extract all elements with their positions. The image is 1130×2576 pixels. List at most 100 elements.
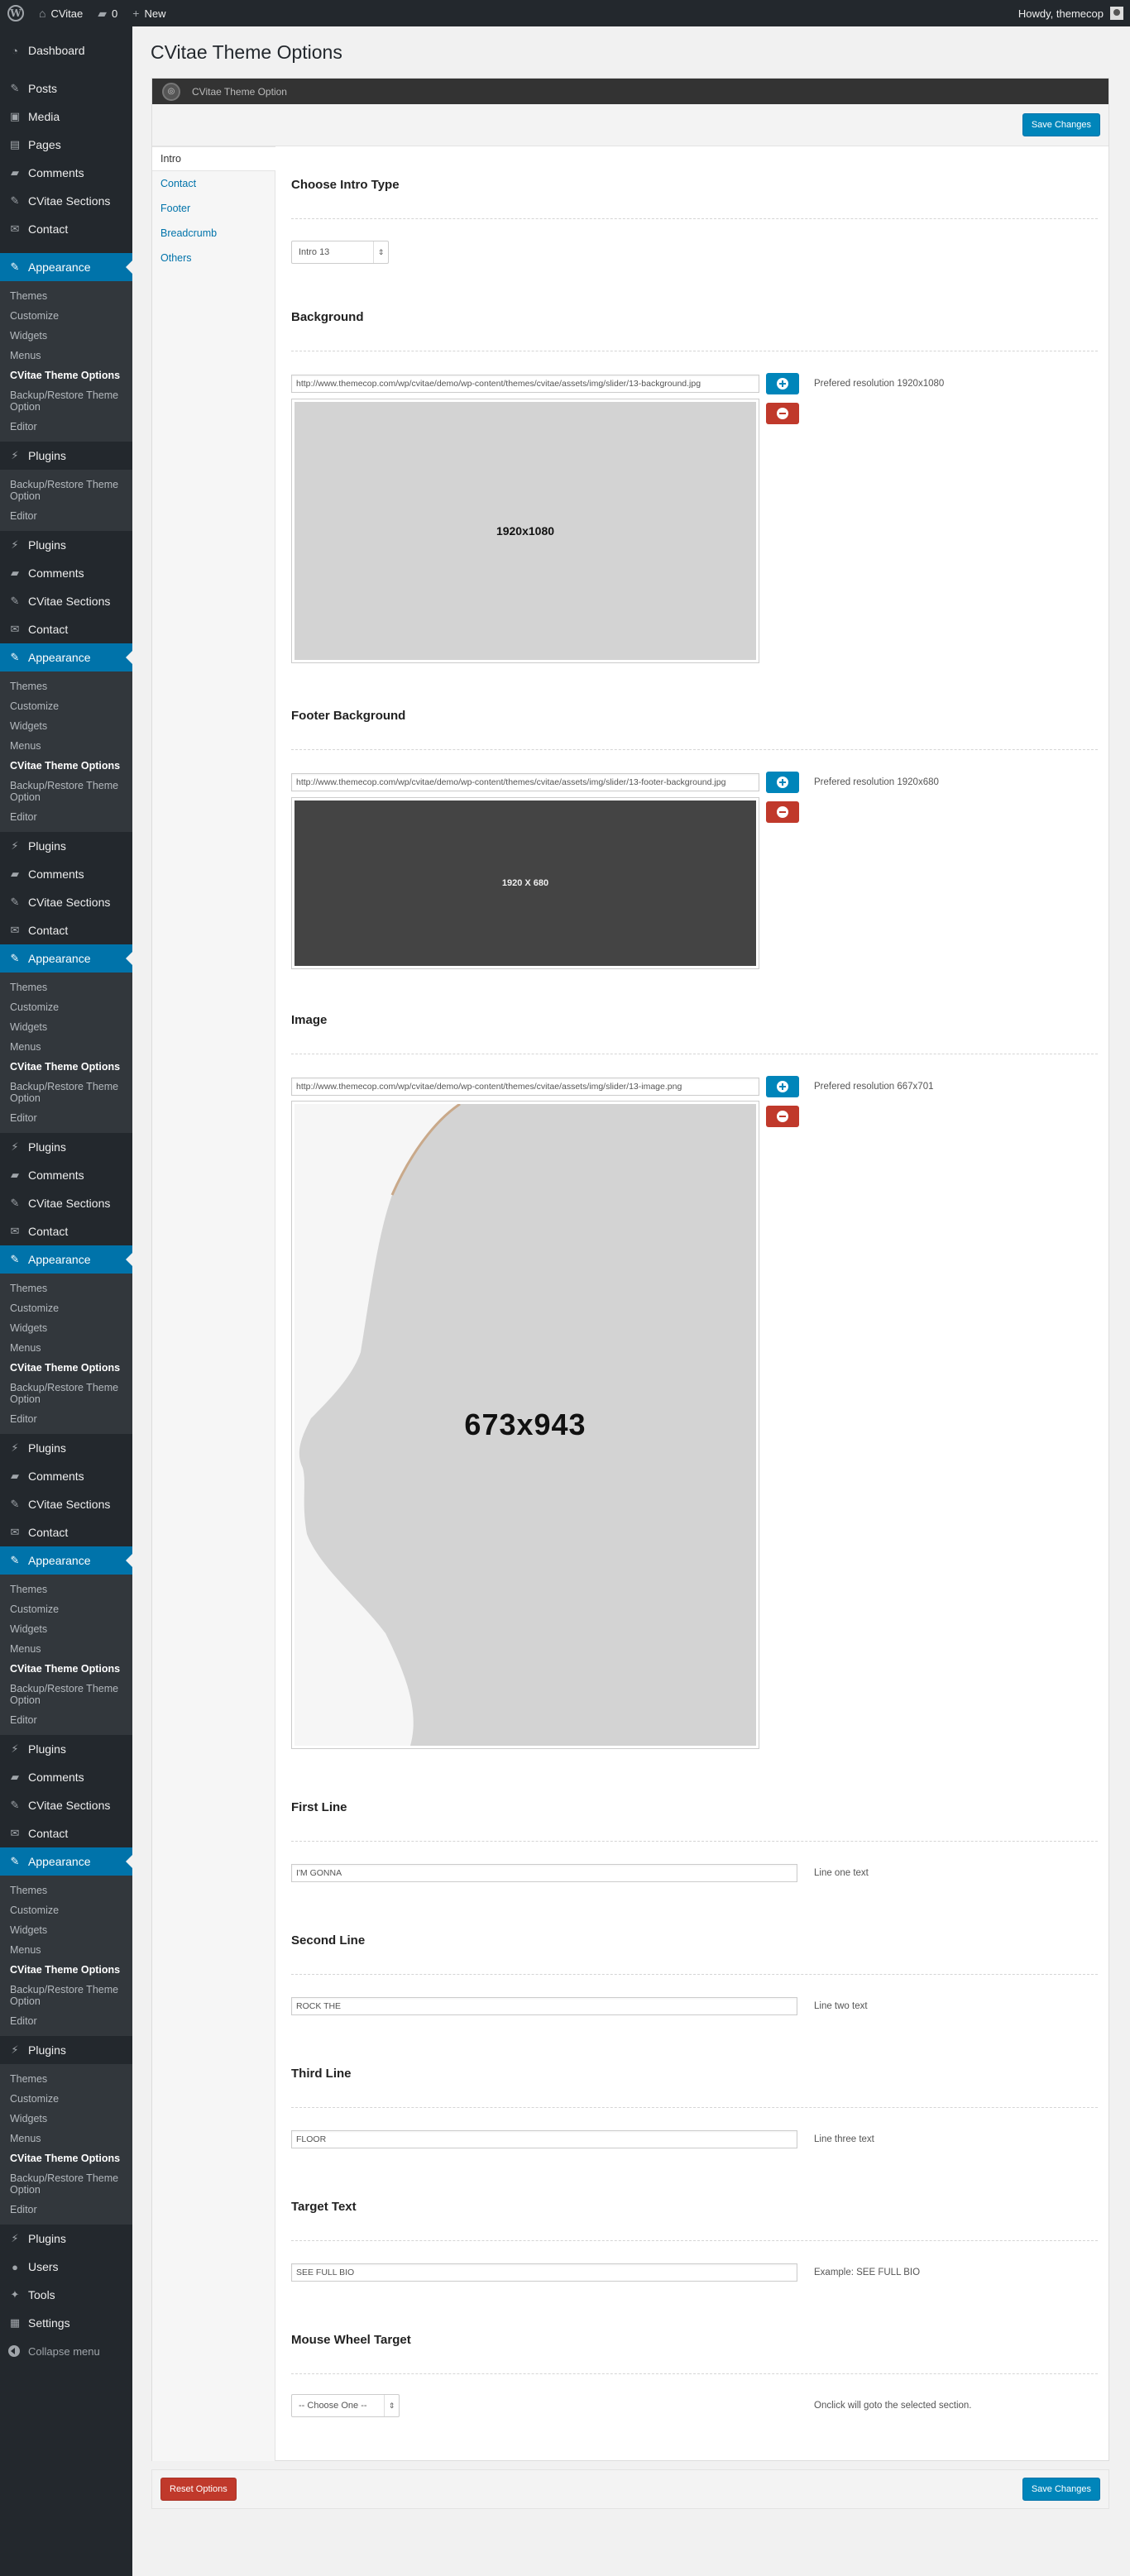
tab-footer[interactable]: Footer — [152, 196, 275, 221]
submenu-widgets[interactable]: Widgets — [0, 1017, 132, 1037]
submenu-menus[interactable]: Menus — [0, 1639, 132, 1659]
menu-appearance[interactable]: ✎ Appearance — [0, 253, 132, 281]
submenu-cvitae-theme-options[interactable]: CVitae Theme Options — [0, 2148, 132, 2168]
submenu-themes[interactable]: Themes — [0, 2069, 132, 2089]
submenu-cvitae-theme-options[interactable]: CVitae Theme Options — [0, 366, 132, 385]
submenu-menus[interactable]: Menus — [0, 2129, 132, 2148]
menu-plugins[interactable]: ⚡ Plugins — [0, 2036, 132, 2064]
submenu-customize[interactable]: Customize — [0, 306, 132, 326]
submenu-themes[interactable]: Themes — [0, 1580, 132, 1599]
reset-options-button[interactable]: Reset Options — [160, 2478, 237, 2501]
image-upload-button[interactable] — [766, 1076, 799, 1097]
submenu-menus[interactable]: Menus — [0, 346, 132, 366]
submenu-menus[interactable]: Menus — [0, 1940, 132, 1960]
submenu-cvitae-theme-options[interactable]: CVitae Theme Options — [0, 1358, 132, 1378]
submenu-cvitae-theme-options[interactable]: CVitae Theme Options — [0, 1659, 132, 1679]
submenu-backup-restore[interactable]: Backup/Restore Theme Option — [0, 1679, 132, 1710]
footer-background-remove-button[interactable] — [766, 801, 799, 823]
submenu-widgets[interactable]: Widgets — [0, 1920, 132, 1940]
comments-link[interactable]: ▰ 0 — [90, 0, 125, 26]
submenu-themes[interactable]: Themes — [0, 1881, 132, 1900]
background-upload-button[interactable] — [766, 373, 799, 394]
menu-contact[interactable]: ✉ Contact — [0, 615, 132, 643]
second-line-input[interactable]: ROCK THE — [291, 1997, 797, 2015]
submenu-menus[interactable]: Menus — [0, 1037, 132, 1057]
account-menu[interactable]: Howdy, themecop — [1018, 7, 1130, 20]
submenu-editor[interactable]: Editor — [0, 807, 132, 827]
menu-users[interactable]: ● Users — [0, 2253, 132, 2281]
menu-cvitae-sections[interactable]: ✎ CVitae Sections — [0, 1490, 132, 1518]
tab-others[interactable]: Others — [152, 246, 275, 270]
target-text-input[interactable]: SEE FULL BIO — [291, 2263, 797, 2282]
menu-contact[interactable]: ✉ Contact — [0, 215, 132, 243]
submenu-editor[interactable]: Editor — [0, 506, 132, 526]
first-line-input[interactable]: I'M GONNA — [291, 1864, 797, 1882]
menu-pages[interactable]: ▤ Pages — [0, 131, 132, 159]
submenu-editor[interactable]: Editor — [0, 417, 132, 437]
menu-contact[interactable]: ✉ Contact — [0, 1819, 132, 1847]
menu-cvitae-sections[interactable]: ✎ CVitae Sections — [0, 1189, 132, 1217]
save-changes-button[interactable]: Save Changes — [1022, 113, 1100, 136]
image-url-input[interactable]: http://www.themecop.com/wp/cvitae/demo/w… — [291, 1078, 759, 1096]
menu-plugins[interactable]: ⚡ Plugins — [0, 1735, 132, 1763]
submenu-backup-restore[interactable]: Backup/Restore Theme Option — [0, 776, 132, 807]
intro-type-select[interactable]: Intro 13 ⇕ — [291, 241, 389, 264]
menu-appearance[interactable]: ✎ Appearance — [0, 1546, 132, 1575]
submenu-editor[interactable]: Editor — [0, 2011, 132, 2031]
tab-breadcrumb[interactable]: Breadcrumb — [152, 221, 275, 246]
tab-contact[interactable]: Contact — [152, 171, 275, 196]
submenu-widgets[interactable]: Widgets — [0, 1619, 132, 1639]
submenu-customize[interactable]: Customize — [0, 2089, 132, 2109]
footer-background-upload-button[interactable] — [766, 772, 799, 793]
menu-plugins[interactable]: ⚡ Plugins — [0, 2225, 132, 2253]
menu-plugins[interactable]: ⚡ Plugins — [0, 1133, 132, 1161]
submenu-widgets[interactable]: Widgets — [0, 326, 132, 346]
site-name-link[interactable]: ⌂ CVitae — [31, 0, 90, 26]
submenu-editor[interactable]: Editor — [0, 1710, 132, 1730]
submenu-widgets[interactable]: Widgets — [0, 716, 132, 736]
submenu-customize[interactable]: Customize — [0, 696, 132, 716]
menu-contact[interactable]: ✉ Contact — [0, 916, 132, 944]
submenu-widgets[interactable]: Widgets — [0, 2109, 132, 2129]
submenu-backup-restore[interactable]: Backup/Restore Theme Option — [0, 1378, 132, 1409]
menu-cvitae-sections[interactable]: ✎ CVitae Sections — [0, 888, 132, 916]
submenu-customize[interactable]: Customize — [0, 997, 132, 1017]
background-url-input[interactable]: http://www.themecop.com/wp/cvitae/demo/w… — [291, 375, 759, 393]
menu-appearance[interactable]: ✎ Appearance — [0, 1245, 132, 1274]
menu-tools[interactable]: ✦ Tools — [0, 2281, 132, 2309]
submenu-themes[interactable]: Themes — [0, 1278, 132, 1298]
menu-comments[interactable]: ▰ Comments — [0, 559, 132, 587]
submenu-themes[interactable]: Themes — [0, 676, 132, 696]
menu-comments[interactable]: ▰ Comments — [0, 1161, 132, 1189]
submenu-backup-restore[interactable]: Backup/Restore Theme Option — [0, 2168, 132, 2200]
menu-contact[interactable]: ✉ Contact — [0, 1518, 132, 1546]
menu-cvitae-sections[interactable]: ✎ CVitae Sections — [0, 1791, 132, 1819]
submenu-editor[interactable]: Editor — [0, 1108, 132, 1128]
footer-background-url-input[interactable]: http://www.themecop.com/wp/cvitae/demo/w… — [291, 773, 759, 791]
menu-posts[interactable]: ✎ Posts — [0, 74, 132, 103]
tab-intro[interactable]: Intro — [152, 146, 275, 171]
new-content-link[interactable]: + New — [125, 0, 173, 26]
submenu-themes[interactable]: Themes — [0, 286, 132, 306]
submenu-customize[interactable]: Customize — [0, 1900, 132, 1920]
mouse-wheel-target-select[interactable]: -- Choose One -- ⇕ — [291, 2394, 400, 2417]
menu-comments[interactable]: ▰ Comments — [0, 159, 132, 187]
submenu-themes[interactable]: Themes — [0, 977, 132, 997]
submenu-customize[interactable]: Customize — [0, 1599, 132, 1619]
save-changes-button[interactable]: Save Changes — [1022, 2478, 1100, 2501]
submenu-backup-restore[interactable]: Backup/Restore Theme Option — [0, 475, 132, 506]
submenu-editor[interactable]: Editor — [0, 1409, 132, 1429]
submenu-backup-restore[interactable]: Backup/Restore Theme Option — [0, 385, 132, 417]
wp-logo-menu[interactable]: W — [0, 0, 31, 26]
submenu-backup-restore[interactable]: Backup/Restore Theme Option — [0, 1077, 132, 1108]
background-remove-button[interactable] — [766, 403, 799, 424]
menu-comments[interactable]: ▰ Comments — [0, 860, 132, 888]
submenu-customize[interactable]: Customize — [0, 1298, 132, 1318]
submenu-menus[interactable]: Menus — [0, 1338, 132, 1358]
menu-plugins[interactable]: ⚡ Plugins — [0, 1434, 132, 1462]
submenu-backup-restore[interactable]: Backup/Restore Theme Option — [0, 1980, 132, 2011]
third-line-input[interactable]: FLOOR — [291, 2130, 797, 2148]
collapse-menu-button[interactable]: Collapse menu — [0, 2337, 132, 2365]
submenu-cvitae-theme-options[interactable]: CVitae Theme Options — [0, 1057, 132, 1077]
menu-cvitae-sections[interactable]: ✎ CVitae Sections — [0, 587, 132, 615]
